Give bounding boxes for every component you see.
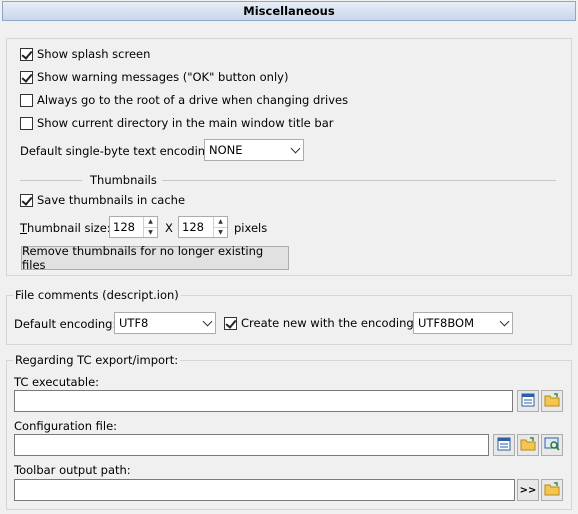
create-new-checkbox[interactable] bbox=[224, 316, 237, 330]
thumbnail-width-value: 128 bbox=[113, 220, 135, 234]
show-warnings-checkbox[interactable] bbox=[20, 70, 33, 84]
toolbar-path-label: Toolbar output path: bbox=[14, 463, 131, 477]
show-splash-checkbox[interactable] bbox=[20, 47, 33, 61]
config-file-input[interactable] bbox=[14, 434, 489, 456]
toolbar-path-expand-button[interactable]: >> bbox=[517, 479, 539, 501]
chevron-down-icon bbox=[287, 140, 303, 160]
page-title: Miscellaneous bbox=[2, 1, 576, 21]
tc-exe-input[interactable] bbox=[14, 390, 513, 412]
thumbnail-height-spinner[interactable]: 128 ▲ ▼ bbox=[178, 216, 228, 238]
size-units-label: pixels bbox=[234, 221, 268, 235]
thumbnail-size-accesskey: T bbox=[20, 221, 28, 235]
show-cur-dir-checkbox[interactable] bbox=[20, 116, 33, 130]
chevron-down-icon bbox=[199, 313, 215, 333]
tc-exe-browse-button[interactable] bbox=[541, 390, 563, 412]
default-encoding-select[interactable]: UTF8 bbox=[114, 312, 216, 334]
thumbnails-title: Thumbnails bbox=[90, 173, 157, 187]
save-cache-label: Save thumbnails in cache bbox=[37, 193, 186, 207]
toolbar-path-browse-button[interactable] bbox=[541, 479, 563, 501]
tc-exe-view-button[interactable] bbox=[517, 390, 539, 412]
tc-exe-label: TC executable: bbox=[14, 375, 100, 389]
show-warnings-label: Show warning messages ("OK" button only) bbox=[37, 70, 289, 84]
save-cache-option[interactable]: Save thumbnails in cache bbox=[20, 193, 185, 207]
show-warnings-option[interactable]: Show warning messages ("OK" button only) bbox=[20, 70, 288, 84]
show-cur-dir-option[interactable]: Show current directory in the main windo… bbox=[20, 116, 333, 130]
thumbnail-height-value: 128 bbox=[182, 220, 204, 234]
chevron-down-icon bbox=[496, 313, 512, 333]
show-splash-label: Show splash screen bbox=[37, 47, 151, 61]
root-drive-label: Always go to the root of a drive when ch… bbox=[37, 93, 349, 107]
folder-icon bbox=[544, 481, 560, 499]
toolbar-path-input[interactable] bbox=[14, 479, 515, 501]
create-new-option[interactable]: Create new with the encoding: bbox=[224, 316, 418, 330]
config-file-label: Configuration file: bbox=[14, 419, 118, 433]
encoding-label: Default single-byte text encoding: bbox=[20, 144, 217, 158]
default-encoding-value: UTF8 bbox=[119, 316, 149, 330]
root-drive-option[interactable]: Always go to the root of a drive when ch… bbox=[20, 93, 348, 107]
config-browse-button[interactable] bbox=[517, 434, 539, 456]
remove-thumbnails-button[interactable]: Remove thumbnails for no longer existing… bbox=[21, 244, 289, 272]
spin-up-icon[interactable]: ▲ bbox=[214, 217, 227, 227]
root-drive-checkbox[interactable] bbox=[20, 93, 33, 107]
config-search-button[interactable] bbox=[541, 434, 563, 456]
spin-down-icon[interactable]: ▼ bbox=[144, 226, 157, 238]
create-new-label: Create new with the encoding: bbox=[241, 316, 418, 330]
folder-icon bbox=[520, 436, 536, 454]
document-icon bbox=[521, 393, 535, 410]
show-cur-dir-label: Show current directory in the main windo… bbox=[37, 116, 334, 130]
document-icon bbox=[497, 437, 511, 454]
comments-title: File comments (descript.ion) bbox=[13, 288, 181, 302]
thumbnails-separator-left bbox=[20, 180, 82, 181]
thumbnail-size-label-rest: humbnail size: bbox=[27, 221, 111, 235]
config-view-button[interactable] bbox=[493, 434, 515, 456]
create-encoding-select[interactable]: UTF8BOM bbox=[413, 312, 513, 334]
thumbnail-size-label: Thumbnail size: bbox=[20, 221, 111, 235]
thumbnails-separator-right bbox=[162, 180, 556, 181]
spin-up-icon[interactable]: ▲ bbox=[144, 217, 157, 227]
encoding-value: NONE bbox=[209, 143, 243, 157]
size-x-label: X bbox=[165, 221, 173, 235]
window-search-icon bbox=[544, 437, 560, 454]
tc-title: Regarding TC export/import: bbox=[13, 353, 181, 367]
save-cache-checkbox[interactable] bbox=[20, 193, 33, 207]
show-splash-option[interactable]: Show splash screen bbox=[20, 47, 150, 61]
spin-down-icon[interactable]: ▼ bbox=[214, 226, 227, 238]
create-encoding-value: UTF8BOM bbox=[418, 316, 475, 330]
thumbnail-width-spinner[interactable]: 128 ▲ ▼ bbox=[109, 216, 158, 238]
encoding-select[interactable]: NONE bbox=[204, 139, 304, 161]
default-encoding-label: Default encoding: bbox=[14, 317, 117, 331]
folder-icon bbox=[544, 392, 560, 410]
